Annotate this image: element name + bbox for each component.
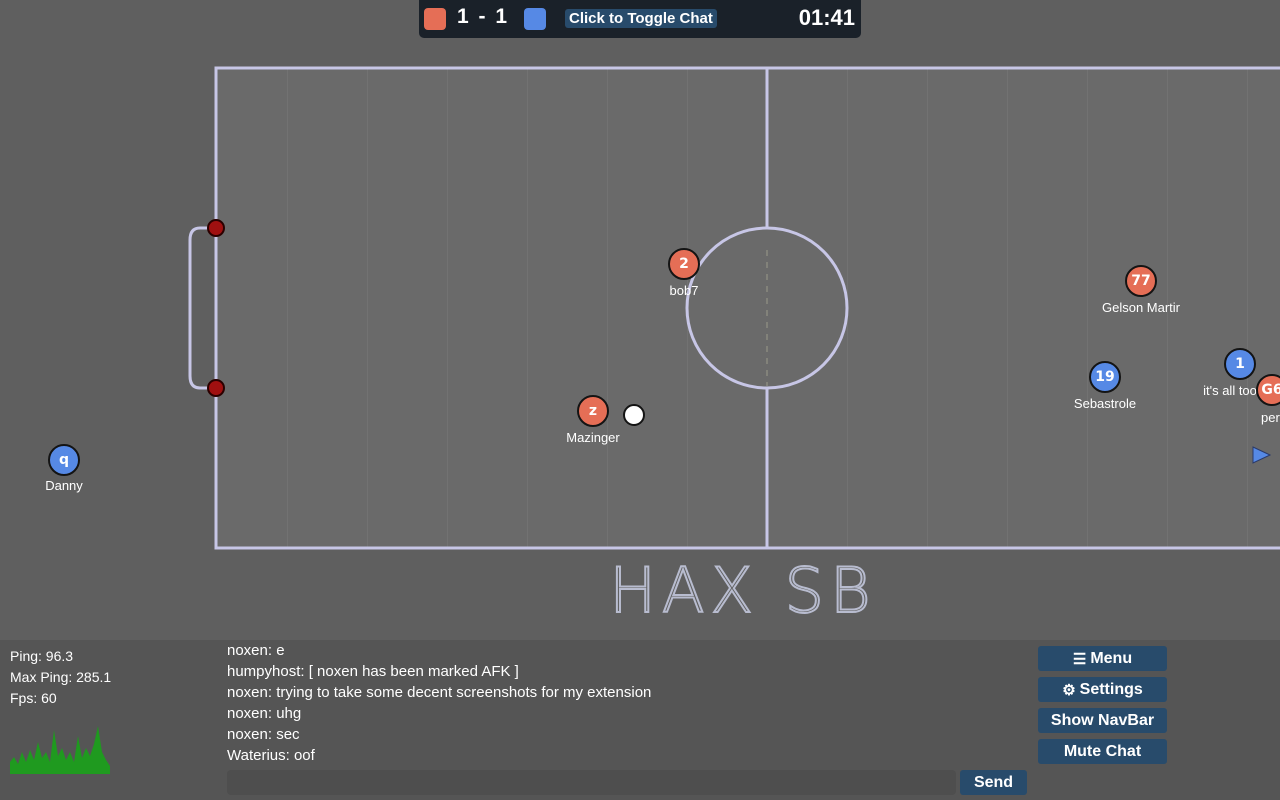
show-navbar-button[interactable]: Show NavBar <box>1038 708 1167 733</box>
chat-message: noxen: sec <box>227 726 300 743</box>
menu-button[interactable]: ☰ Menu <box>1038 646 1167 671</box>
goal-post <box>207 379 225 397</box>
player-name: Danny <box>45 478 83 493</box>
gear-icon: ⚙ <box>1062 681 1076 699</box>
scoreboard: 1 - 1 Click to Toggle Chat 01:41 <box>419 0 861 38</box>
left-goal <box>188 226 216 390</box>
player-avatar: q <box>48 444 80 476</box>
fps-stat: Fps: 60 <box>10 690 57 706</box>
toggle-chat-button[interactable]: Click to Toggle Chat <box>565 9 717 28</box>
player-avatar: 19 <box>1089 361 1121 393</box>
match-timer: 01:41 <box>798 5 855 30</box>
settings-button[interactable]: ⚙ Settings <box>1038 677 1167 702</box>
chat-input[interactable] <box>227 770 956 795</box>
blue-team-color <box>524 8 546 30</box>
player-name: perp <box>1260 410 1280 425</box>
player-name: Gelson Martir <box>1101 300 1181 315</box>
player-avatar: 77 <box>1125 265 1157 297</box>
chat-message: Waterius: oof <box>227 747 315 764</box>
ping-stat: Ping: 96.3 <box>10 648 74 664</box>
field-logo: HAX SB <box>609 554 876 627</box>
hamburger-icon: ☰ <box>1072 650 1087 668</box>
player-name: bob7 <box>669 283 699 298</box>
pointer-arrow-icon <box>1252 446 1272 464</box>
player-name: Mazinger <box>566 430 620 445</box>
player-avatar: z <box>577 395 609 427</box>
player-avatar: 2 <box>668 248 700 280</box>
chat-message: humpyhost: [ noxen has been marked AFK ] <box>227 663 519 680</box>
settings-button-label: Settings <box>1079 680 1143 698</box>
score: 1 - 1 <box>457 5 510 28</box>
field: HAX SB <box>188 66 1280 628</box>
menu-button-label: Menu <box>1090 649 1133 667</box>
send-button[interactable]: Send <box>960 770 1027 795</box>
player-avatar: G6 <box>1256 374 1280 406</box>
ball <box>623 404 645 426</box>
player-name: Sebastrole <box>1073 396 1137 411</box>
chat-message: noxen: uhg <box>227 705 302 722</box>
game-canvas[interactable]: HAX SB 2 bob7 z Mazinger 77 Gelson Marti… <box>0 0 1280 640</box>
mute-chat-button[interactable]: Mute Chat <box>1038 739 1167 764</box>
ping-graph <box>10 726 110 774</box>
player-name: it's all too <box>1203 383 1257 398</box>
max-ping-stat: Max Ping: 285.1 <box>10 669 112 685</box>
chat-message: noxen: e <box>227 642 285 659</box>
chat-message: noxen: trying to take some decent screen… <box>227 684 652 701</box>
red-team-color <box>424 8 446 30</box>
player-avatar: 1 <box>1224 348 1256 380</box>
goal-post <box>207 219 225 237</box>
